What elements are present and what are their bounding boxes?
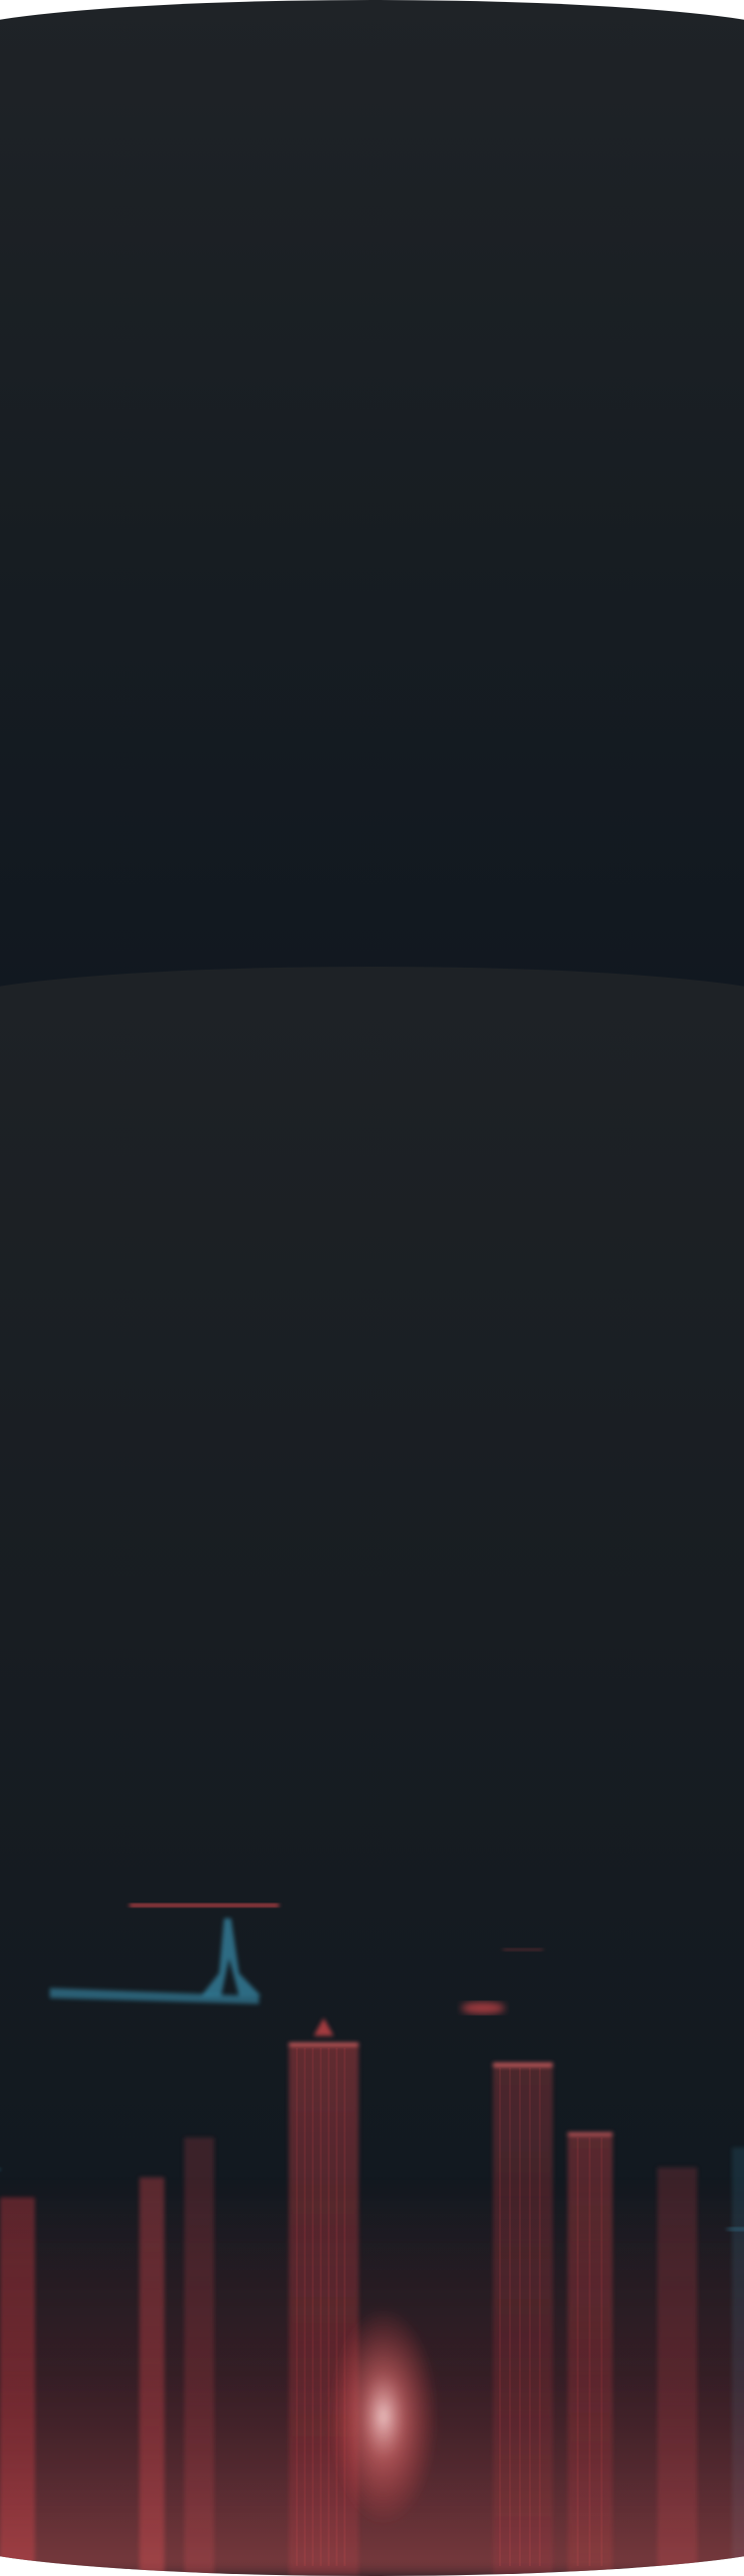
top-dark-panel bbox=[0, 0, 744, 997]
page-background bbox=[0, 0, 744, 2576]
city-skyline-image bbox=[0, 1903, 744, 2576]
bottom-dark-panel bbox=[0, 967, 744, 2576]
bridge-silhouette bbox=[50, 1918, 261, 2004]
